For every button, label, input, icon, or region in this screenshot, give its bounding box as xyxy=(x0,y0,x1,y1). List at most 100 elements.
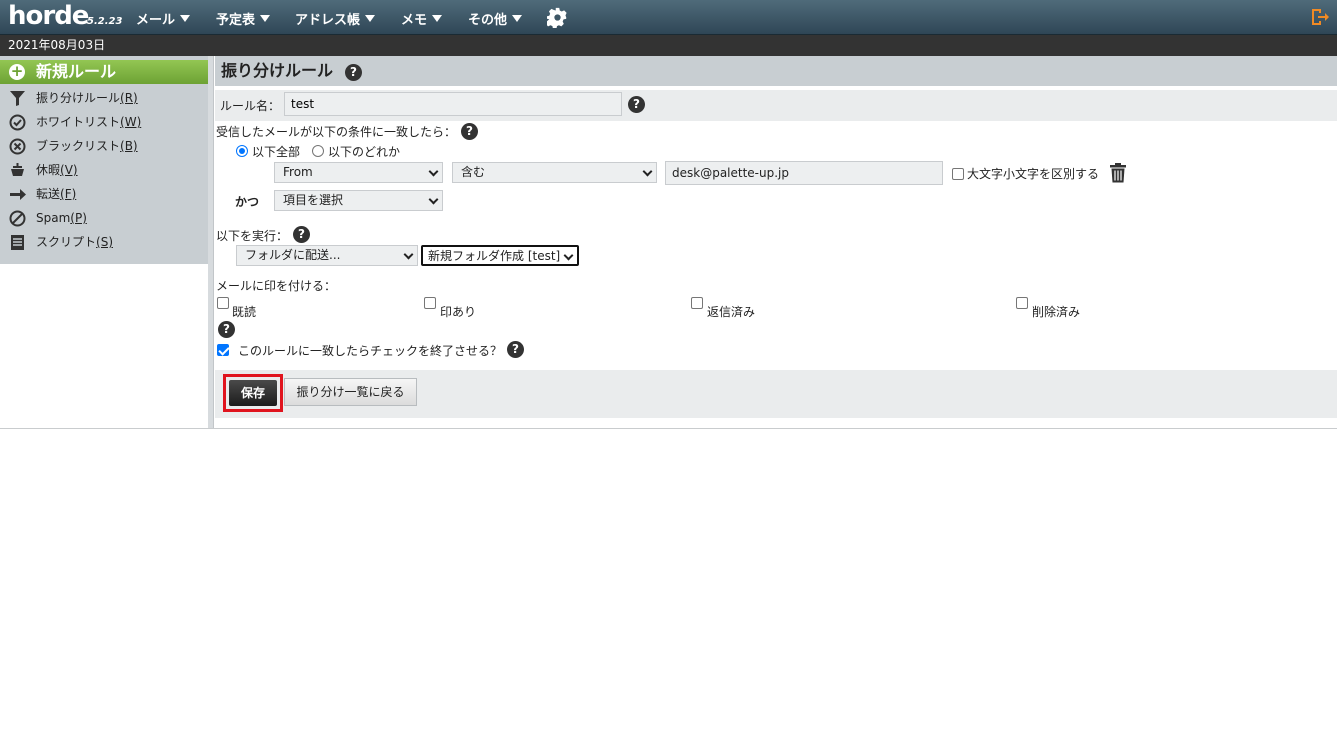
check-circle-icon xyxy=(9,114,26,131)
sidebar-item-spam[interactable]: Spam(P) xyxy=(0,206,208,230)
access-key: (B) xyxy=(120,139,138,153)
back-to-list-button[interactable]: 振り分け一覧に戻る xyxy=(284,378,417,406)
conditions-label: 受信したメールが以下の条件に一致したら： xyxy=(216,125,457,139)
and-label: かつ xyxy=(235,195,260,209)
sidebar-item-label: Spam xyxy=(36,211,71,225)
help-icon[interactable]: ? xyxy=(507,341,524,358)
flag-flagged-checkbox[interactable] xyxy=(424,297,436,309)
sidebar-divider[interactable] xyxy=(208,56,214,428)
stop-checking-checkbox[interactable] xyxy=(217,344,229,356)
flag-deleted-label: 削除済み xyxy=(1032,305,1081,319)
folder-select[interactable]: 新規フォルダ作成 [test] xyxy=(421,245,579,266)
help-icon[interactable]: ? xyxy=(218,321,235,338)
flag-label: メールに印を付ける： xyxy=(216,279,337,293)
sidebar-item-label: 転送 xyxy=(36,187,61,201)
sidebar-item-label: ブラックリスト xyxy=(36,139,121,153)
x-circle-icon xyxy=(9,138,26,155)
flag-answered-label: 返信済み xyxy=(707,305,756,319)
help-icon[interactable]: ? xyxy=(293,226,310,243)
version-label: 5.2.23 xyxy=(87,16,123,27)
access-key: (V) xyxy=(60,163,78,177)
match-any-radio[interactable] xyxy=(312,145,324,157)
page-title: 振り分けルール xyxy=(221,61,334,80)
action-select[interactable]: フォルダに配送... xyxy=(236,245,418,266)
vacation-icon xyxy=(11,163,24,176)
date-bar: 2021年08月03日 xyxy=(0,35,1337,56)
trash-icon[interactable] xyxy=(1110,163,1126,183)
flag-deleted-checkbox[interactable] xyxy=(1016,297,1028,309)
operator-select[interactable]: 含む xyxy=(452,162,657,183)
menu-calendar[interactable]: 予定表 xyxy=(216,9,271,28)
menu-notes[interactable]: メモ xyxy=(401,9,443,28)
flag-flagged-label: 印あり xyxy=(440,305,477,319)
flag-seen-checkbox[interactable] xyxy=(217,297,229,309)
rule-name-input[interactable] xyxy=(284,92,622,116)
chevron-down-icon xyxy=(642,166,653,177)
menu-calendar-label: 予定表 xyxy=(216,13,256,28)
sidebar-item-label: 休暇 xyxy=(36,163,61,177)
match-all-label: 以下全部 xyxy=(252,145,301,159)
sidebar-item-label: スクリプト xyxy=(36,235,97,249)
logout-icon[interactable] xyxy=(1310,7,1330,27)
block-icon xyxy=(9,210,26,227)
help-icon[interactable]: ? xyxy=(628,96,645,113)
page-header: 振り分けルール ? xyxy=(215,56,1337,86)
access-key: (P) xyxy=(70,211,87,225)
save-button-highlight: 保存 xyxy=(223,374,283,412)
stop-checking-label: このルールに一致したらチェックを終了させる？ xyxy=(238,344,503,358)
access-key: (F) xyxy=(60,187,77,201)
match-any-label: 以下のどれか xyxy=(328,145,401,159)
rule-name-row: ルール名： ? xyxy=(215,90,1337,121)
save-button[interactable]: 保存 xyxy=(229,380,277,406)
rule-name-label: ルール名： xyxy=(220,99,281,113)
condition-value-input[interactable]: desk@palette-up.jp xyxy=(665,161,943,185)
content-bottom-border xyxy=(0,428,1337,429)
menu-mail[interactable]: メール xyxy=(136,9,191,28)
help-icon[interactable]: ? xyxy=(461,123,478,140)
sidebar-item-filter-rules[interactable]: 振り分けルール(R) xyxy=(0,86,208,110)
dropdown-arrow-icon xyxy=(180,15,191,22)
sidebar-item-label: 振り分けルール xyxy=(36,91,121,105)
dropdown-arrow-icon xyxy=(365,15,376,22)
gear-icon[interactable] xyxy=(547,7,568,28)
sidebar: + 新規ルール 振り分けルール(R) ホワイトリスト(W) ブラックリスト(B)… xyxy=(0,56,208,264)
sidebar-item-forward[interactable]: 転送(F) xyxy=(0,182,208,206)
button-bar: 保存 振り分け一覧に戻る xyxy=(215,370,1337,418)
field-select[interactable]: From xyxy=(274,162,443,183)
flag-seen-label: 既読 xyxy=(232,305,257,319)
sidebar-item-vacation[interactable]: 休暇(V) xyxy=(0,158,208,182)
case-sensitive-checkbox[interactable] xyxy=(952,168,964,180)
chevron-down-icon xyxy=(403,249,414,260)
menu-others-label: その他 xyxy=(468,13,508,28)
arrow-right-icon xyxy=(10,189,26,200)
condition-value-text: desk@palette-up.jp xyxy=(672,166,789,180)
menu-notes-label: メモ xyxy=(401,13,428,28)
filter-icon xyxy=(10,91,25,106)
sidebar-item-whitelist[interactable]: ホワイトリスト(W) xyxy=(0,110,208,134)
script-icon xyxy=(11,235,24,250)
dropdown-arrow-icon xyxy=(512,15,523,22)
chevron-down-icon xyxy=(428,166,439,177)
item-select-value: 項目を選択 xyxy=(283,193,344,207)
horde-logo[interactable]: horde xyxy=(8,2,89,30)
action-label: 以下を実行： xyxy=(216,229,289,243)
menu-mail-label: メール xyxy=(136,13,176,28)
sidebar-item-blacklist[interactable]: ブラックリスト(B) xyxy=(0,134,208,158)
top-navigation-bar: horde 5.2.23 メール 予定表 アドレス帳 メモ その他 xyxy=(0,0,1337,35)
item-select[interactable]: 項目を選択 xyxy=(274,190,443,211)
access-key: (S) xyxy=(96,235,113,249)
new-rule-label: 新規ルール xyxy=(36,62,117,81)
sidebar-item-script[interactable]: スクリプト(S) xyxy=(0,230,208,254)
menu-addressbook-label: アドレス帳 xyxy=(295,13,361,28)
flag-answered-checkbox[interactable] xyxy=(691,297,703,309)
case-sensitive-label: 大文字小文字を区別する xyxy=(967,167,1100,181)
match-all-radio[interactable] xyxy=(236,145,248,157)
action-select-value: フォルダに配送... xyxy=(245,248,341,262)
menu-addressbook[interactable]: アドレス帳 xyxy=(295,9,376,28)
menu-others[interactable]: その他 xyxy=(468,9,523,28)
help-icon[interactable]: ? xyxy=(345,64,362,81)
access-key: (R) xyxy=(120,91,138,105)
plus-icon: + xyxy=(9,62,25,80)
chevron-down-icon xyxy=(563,250,574,261)
new-rule-button[interactable]: + 新規ルール xyxy=(0,60,208,84)
